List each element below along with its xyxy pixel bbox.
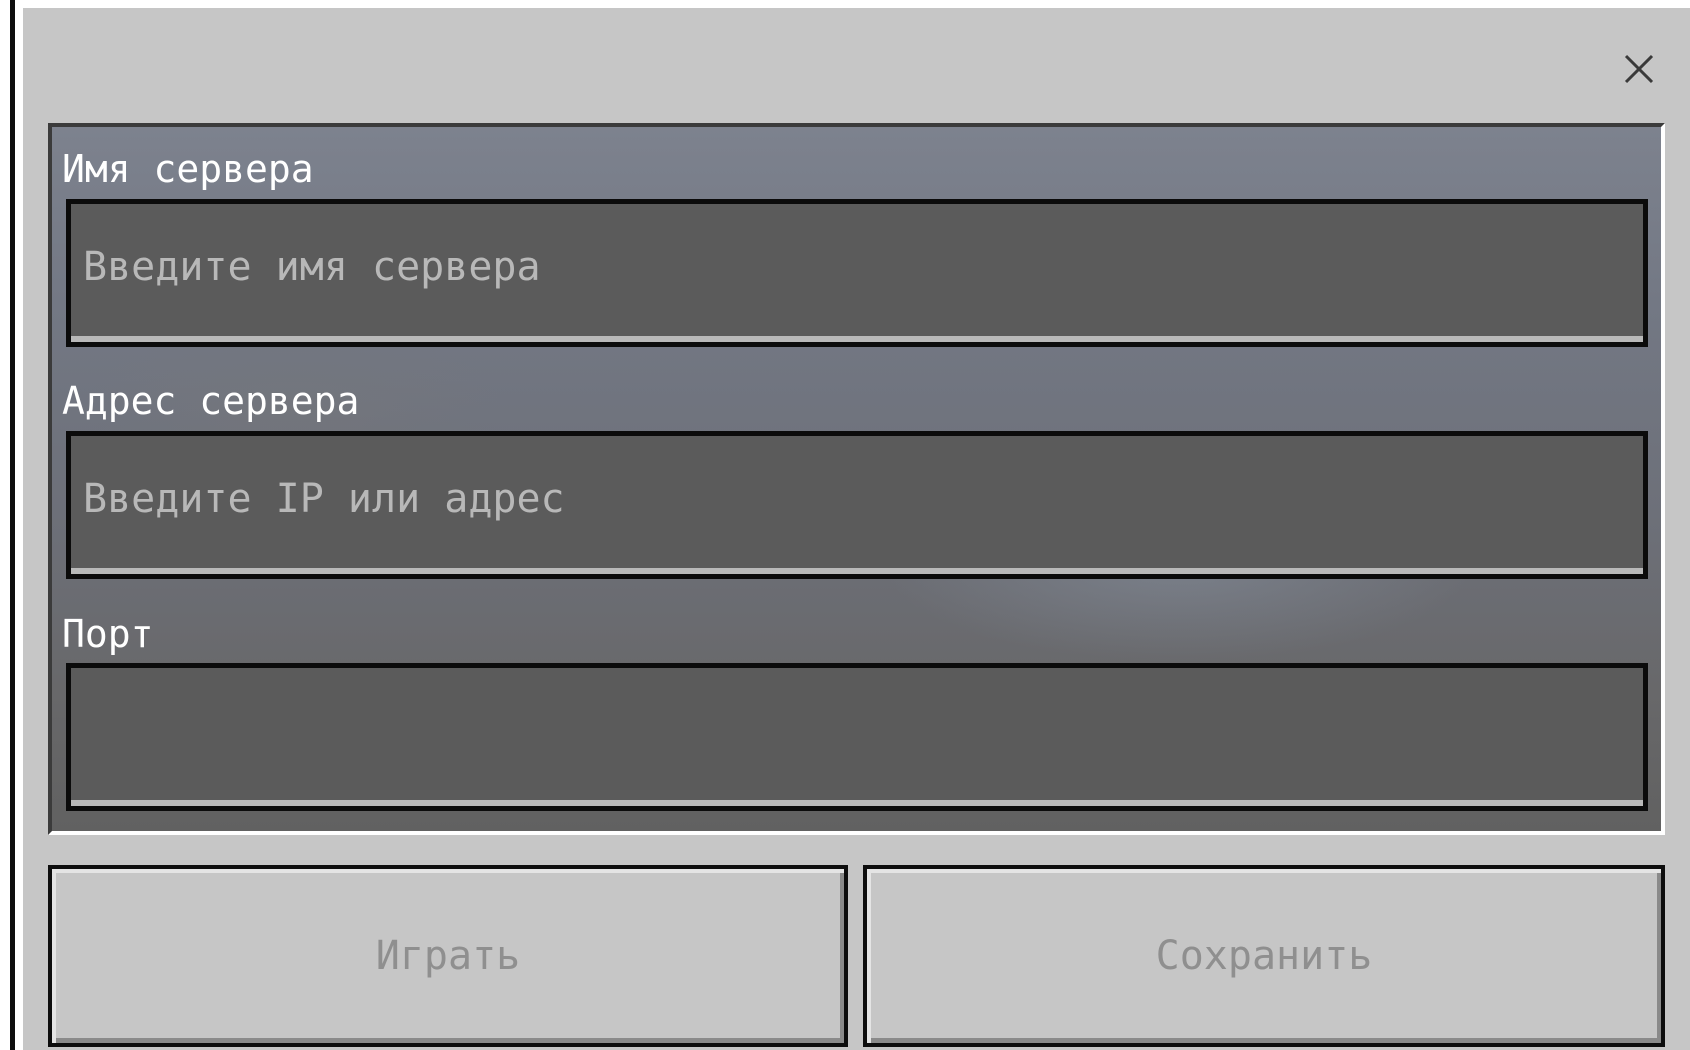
server-address-field[interactable] [66,431,1648,579]
port-field[interactable] [66,663,1648,811]
server-form: Имя сервера Адрес сервера Порт [48,123,1665,835]
save-button-label: Сохранить [1155,933,1373,979]
play-button[interactable]: Играть [48,865,848,1047]
server-address-input[interactable] [71,436,1643,574]
port-label: Порт [62,612,154,656]
window-edge [10,0,15,1050]
save-button[interactable]: Сохранить [863,865,1665,1047]
close-icon [1624,54,1654,84]
port-input[interactable] [71,668,1643,806]
close-button[interactable] [1608,38,1670,100]
server-name-input[interactable] [71,204,1643,342]
server-address-label: Адрес сервера [62,379,360,423]
server-edit-dialog: Имя сервера Адрес сервера Порт Играть Со… [23,8,1690,1050]
play-button-label: Играть [375,933,521,979]
server-name-label: Имя сервера [62,147,314,191]
server-name-field[interactable] [66,199,1648,347]
screen: Имя сервера Адрес сервера Порт Играть Со… [0,0,1690,1050]
